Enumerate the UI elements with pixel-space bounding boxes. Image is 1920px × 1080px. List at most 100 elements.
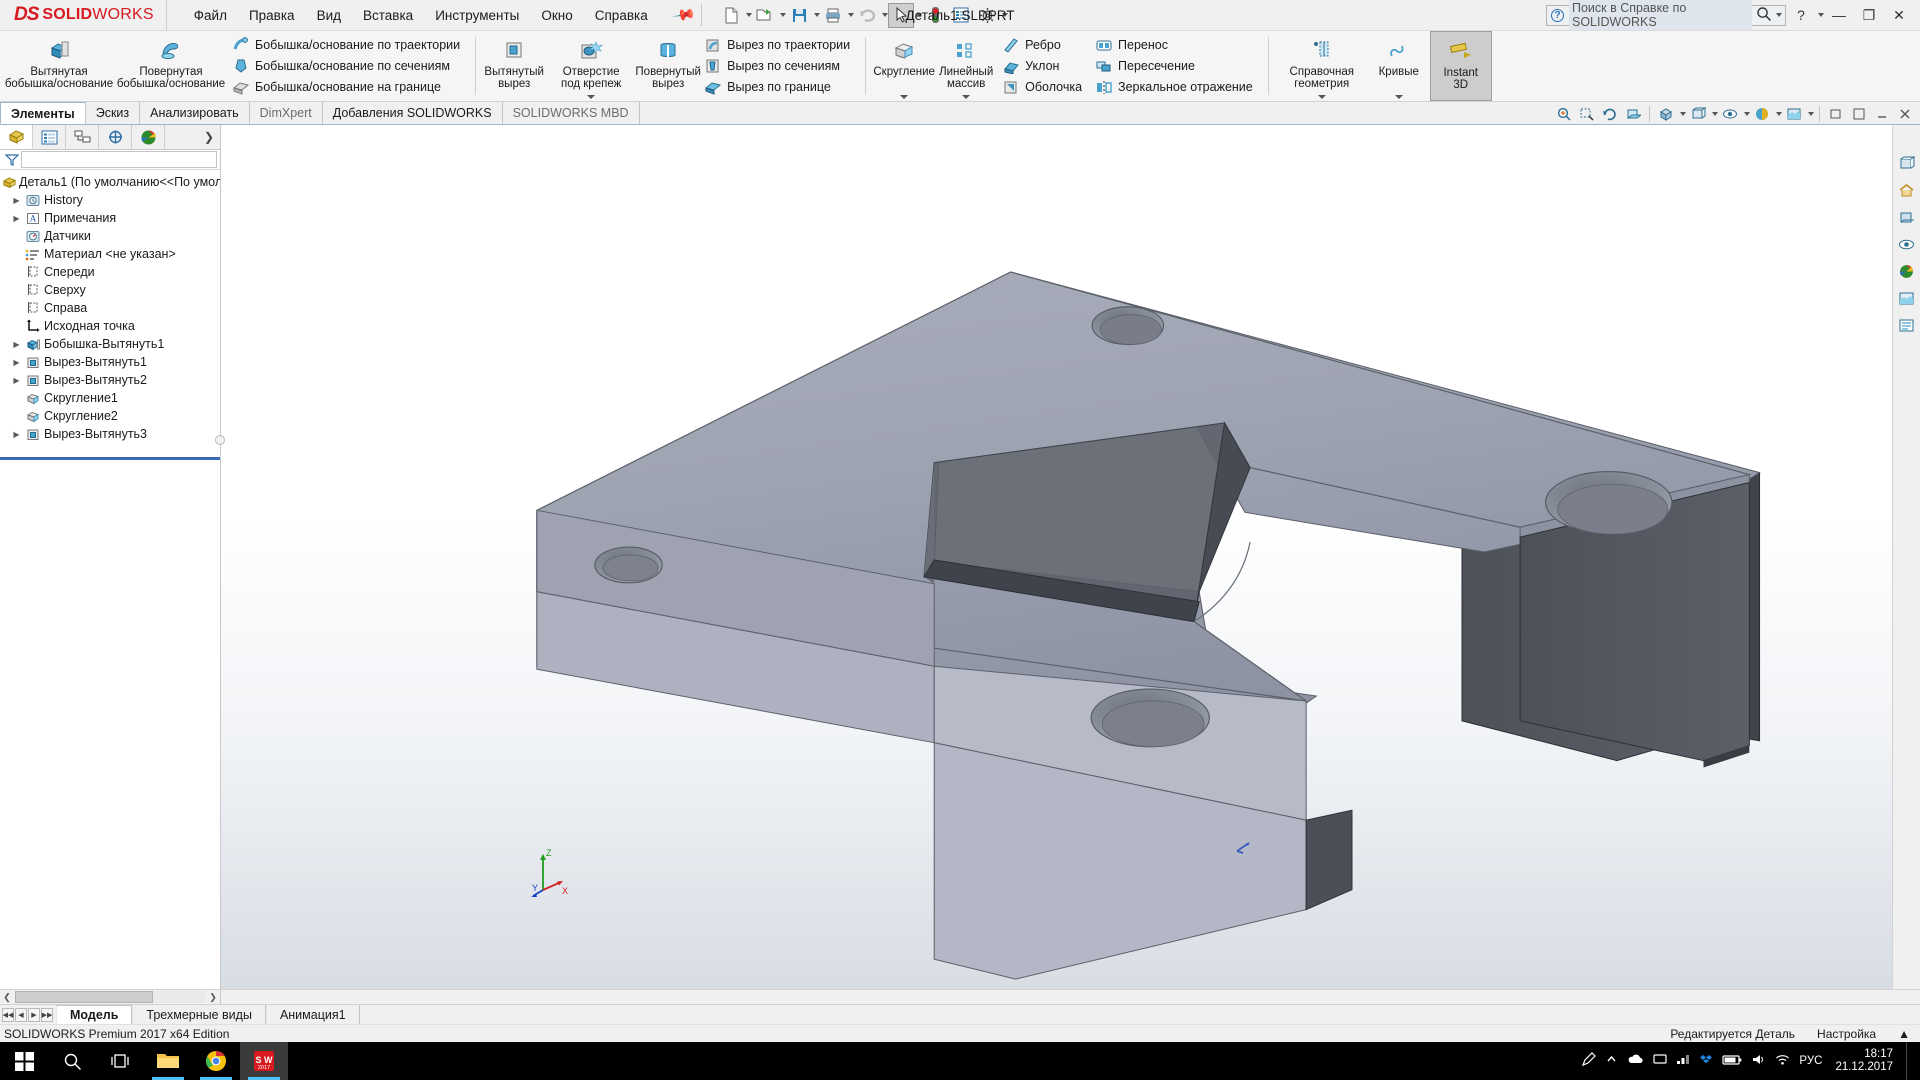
tree-item-cut-extrude2[interactable]: ▶ Вырез-Вытянуть2 [0,371,220,389]
hide-show-icon[interactable] [1719,104,1741,124]
next-icon[interactable]: ▶ [28,1007,40,1022]
menu-file[interactable]: Файл [183,4,238,27]
section-view-icon[interactable] [1622,104,1644,124]
close-view-icon[interactable] [1894,104,1916,124]
tree-item-origin[interactable]: Исходная точка [0,317,220,335]
menu-edit[interactable]: Правка [238,4,306,27]
tab-evaluate[interactable]: Анализировать [140,102,250,124]
mirror-button[interactable]: Зеркальное отражение [1092,77,1259,98]
move-face-button[interactable]: Перенос [1092,35,1259,56]
help-button[interactable]: ? [1786,1,1816,29]
hole-wizard-caret-icon[interactable] [587,95,596,99]
doc-tab-3dviews[interactable]: Трехмерные виды [132,1005,266,1024]
linear-pattern-button[interactable]: Линейный массив [935,31,997,101]
save-icon[interactable] [786,3,812,28]
solidworks-logo[interactable]: DS SOLID WORKS [0,0,167,31]
chevron-right-icon[interactable]: ❯ [198,125,220,149]
tree-arrow-history[interactable]: ▶ [10,196,23,205]
draft-button[interactable]: Уклон [999,56,1088,77]
undo-icon[interactable] [854,3,880,28]
scroll-thumb-left[interactable] [15,991,153,1003]
intersect-button[interactable]: Пересечение [1092,56,1259,77]
scroll-right-icon[interactable]: ❯ [206,992,220,1003]
scroll-track-left[interactable] [15,991,205,1003]
options-gear-icon[interactable] [974,3,1000,28]
taskbar-task-view[interactable] [96,1042,144,1080]
appearance-caret-icon[interactable] [1776,112,1782,116]
help-search-box[interactable]: ? Поиск в Справке по SOLIDWORKS [1546,0,1786,30]
configuration-manager-tab[interactable] [66,125,99,149]
menu-help[interactable]: Справка [584,4,659,27]
hide-show-side-icon[interactable] [1896,234,1918,255]
instant3d-button[interactable]: Instant 3D [1429,31,1492,101]
tree-item-right-plane[interactable]: Справа [0,299,220,317]
fillet-caret-icon[interactable] [900,95,909,99]
file-properties-icon[interactable] [948,3,974,28]
network-icon[interactable] [1775,1053,1790,1069]
menu-insert[interactable]: Вставка [352,4,424,27]
taskbar-solidworks[interactable]: S W 2017 [240,1042,288,1080]
tree-item-cut-extrude1[interactable]: ▶ Вырез-Вытянуть1 [0,353,220,371]
speaker-icon[interactable] [1751,1053,1766,1069]
onedrive-icon[interactable] [1627,1053,1644,1069]
tree-arrow-cut-extrude1[interactable]: ▶ [10,358,23,367]
curves-caret-icon[interactable] [1394,95,1403,99]
display-style-caret-icon[interactable] [1712,112,1718,116]
taskbar-chrome[interactable] [192,1042,240,1080]
menu-tools[interactable]: Инструменты [424,4,530,27]
tab-sketch[interactable]: Эскиз [86,102,141,124]
print-icon[interactable] [820,3,846,28]
view-orientation-icon[interactable] [1655,104,1677,124]
revolved-cut-button[interactable]: Повернутый вырез [635,31,701,101]
close-button[interactable]: ✕ [1884,1,1914,29]
feature-tree-tab[interactable] [0,125,33,149]
status-custom-caret-icon[interactable]: ▲ [1898,1027,1910,1041]
doc-tab-animation[interactable]: Анимация1 [265,1005,360,1024]
tab-solidworks-mbd[interactable]: SOLIDWORKS MBD [503,102,640,124]
display-manager-tab[interactable] [132,125,165,149]
swept-boss-button[interactable]: Бобышка/основание по траектории [229,35,466,56]
tab-features[interactable]: Элементы [0,102,86,124]
taskbar-file-explorer[interactable] [144,1042,192,1080]
tree-root-part[interactable]: Деталь1 (По умолчанию<<По умолчанию> [0,173,220,191]
scroll-left-icon[interactable]: ❮ [0,992,14,1003]
hole-wizard-button[interactable]: Отверстие под крепеж [545,31,637,101]
extruded-boss-button[interactable]: Вытянутая бобышка/основание [3,31,115,101]
lofted-cut-button[interactable]: Вырез по сечениям [701,56,856,77]
tree-item-front-plane[interactable]: Спереди [0,263,220,281]
extruded-cut-button[interactable]: Вытянутый вырез [483,31,545,101]
last-icon[interactable]: ▶▶ [41,1007,53,1022]
rib-button[interactable]: Ребро [999,35,1088,56]
scene-caret-icon[interactable] [1808,112,1814,116]
menu-window[interactable]: Окно [530,4,583,27]
feature-filter-input[interactable] [21,151,217,168]
pen-icon[interactable] [1581,1052,1597,1070]
tree-arrow-boss-extrude1[interactable]: ▶ [10,340,23,349]
tree-item-top-plane[interactable]: Сверху [0,281,220,299]
restore-view-icon[interactable] [1825,104,1847,124]
restore-button[interactable]: ❐ [1854,1,1884,29]
display-style-icon[interactable] [1687,104,1709,124]
revolved-boss-button[interactable]: Повернутая бобышка/основание [115,31,227,101]
search-icon[interactable] [1756,6,1772,25]
graphics-icon[interactable] [1653,1053,1668,1069]
tree-item-cut-extrude3[interactable]: ▶ Вырез-Вытянуть3 [0,425,220,443]
open-document-icon[interactable] [752,3,778,28]
tab-solidworks-addins[interactable]: Добавления SOLIDWORKS [323,102,503,124]
tree-item-history[interactable]: ▶ History [0,191,220,209]
taskbar-search[interactable] [48,1042,96,1080]
appearance-side-icon[interactable] [1896,261,1918,282]
reference-geometry-caret-icon[interactable] [1317,95,1326,99]
options-caret-icon[interactable] [1002,13,1009,17]
home-view-icon[interactable] [1896,180,1918,201]
tree-arrow-cut-extrude2[interactable]: ▶ [10,376,23,385]
dimxpert-manager-tab[interactable] [99,125,132,149]
minimize-button[interactable]: — [1824,1,1854,29]
previous-icon[interactable]: ◀ [15,1007,27,1022]
tree-item-fillet2[interactable]: Скругление2 [0,407,220,425]
pin-icon[interactable]: 📌 [671,2,697,28]
select-icon[interactable] [888,2,915,28]
minimize-view-icon[interactable] [1871,104,1893,124]
view-cube-icon[interactable] [1896,153,1918,174]
tree-arrow-annotations[interactable]: ▶ [10,214,23,223]
